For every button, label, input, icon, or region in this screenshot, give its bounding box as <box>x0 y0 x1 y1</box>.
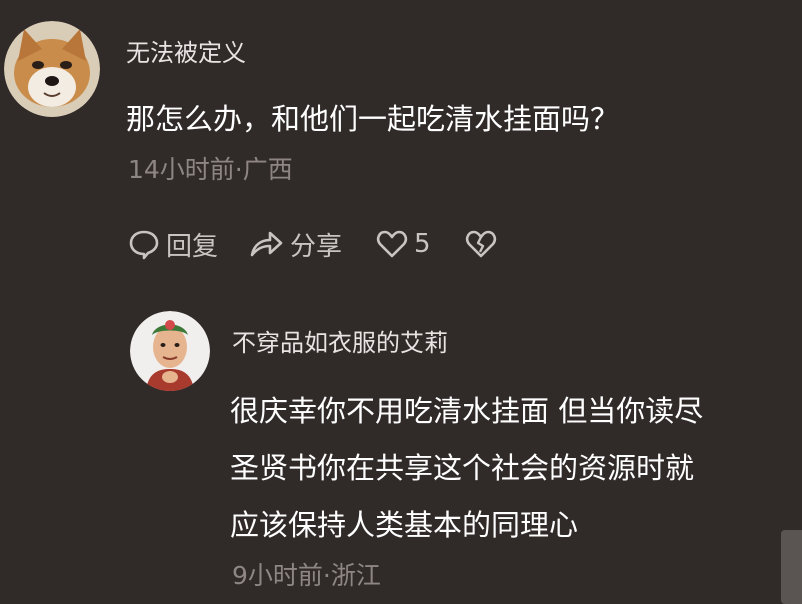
share-button[interactable]: 分享 <box>248 226 342 263</box>
share-arrow-icon <box>248 228 284 260</box>
shiba-dog-avatar[interactable] <box>4 21 100 117</box>
reply-text-line: 很庆幸你不用吃清水挂面 但当你读尽 <box>230 394 704 428</box>
comment-thread: 无法被定义 那怎么办，和他们一起吃清水挂面吗？ 14小时前·广西 回复 分享 5… <box>0 0 802 604</box>
dislike-button[interactable] <box>465 228 497 260</box>
reply-text-line: 应该保持人类基本的同理心 <box>230 508 579 542</box>
like-count: 5 <box>414 229 431 259</box>
reply-label: 回复 <box>166 231 219 262</box>
like-button[interactable]: 5 <box>376 228 431 260</box>
comment-username[interactable]: 无法被定义 <box>126 33 246 68</box>
heart-icon <box>376 228 408 260</box>
reply-button[interactable]: 回复 <box>128 226 218 263</box>
reply-timestamp-location: 9小时前·浙江 <box>232 561 381 590</box>
comment-text: 那怎么办，和他们一起吃清水挂面吗？ <box>126 102 620 136</box>
comment-bubble-icon <box>128 228 160 260</box>
broken-heart-icon <box>465 228 497 260</box>
reply-text-line: 圣贤书你在共享这个社会的资源时就 <box>230 451 695 485</box>
reply-username[interactable]: 不穿品如衣服的艾莉 <box>232 323 448 358</box>
share-label: 分享 <box>290 231 343 262</box>
scrollbar-thumb[interactable] <box>781 530 802 604</box>
person-avatar[interactable] <box>130 311 210 391</box>
comment-timestamp-location: 14小时前·广西 <box>128 155 293 184</box>
comment-actions: 回复 分享 5 <box>128 226 497 262</box>
